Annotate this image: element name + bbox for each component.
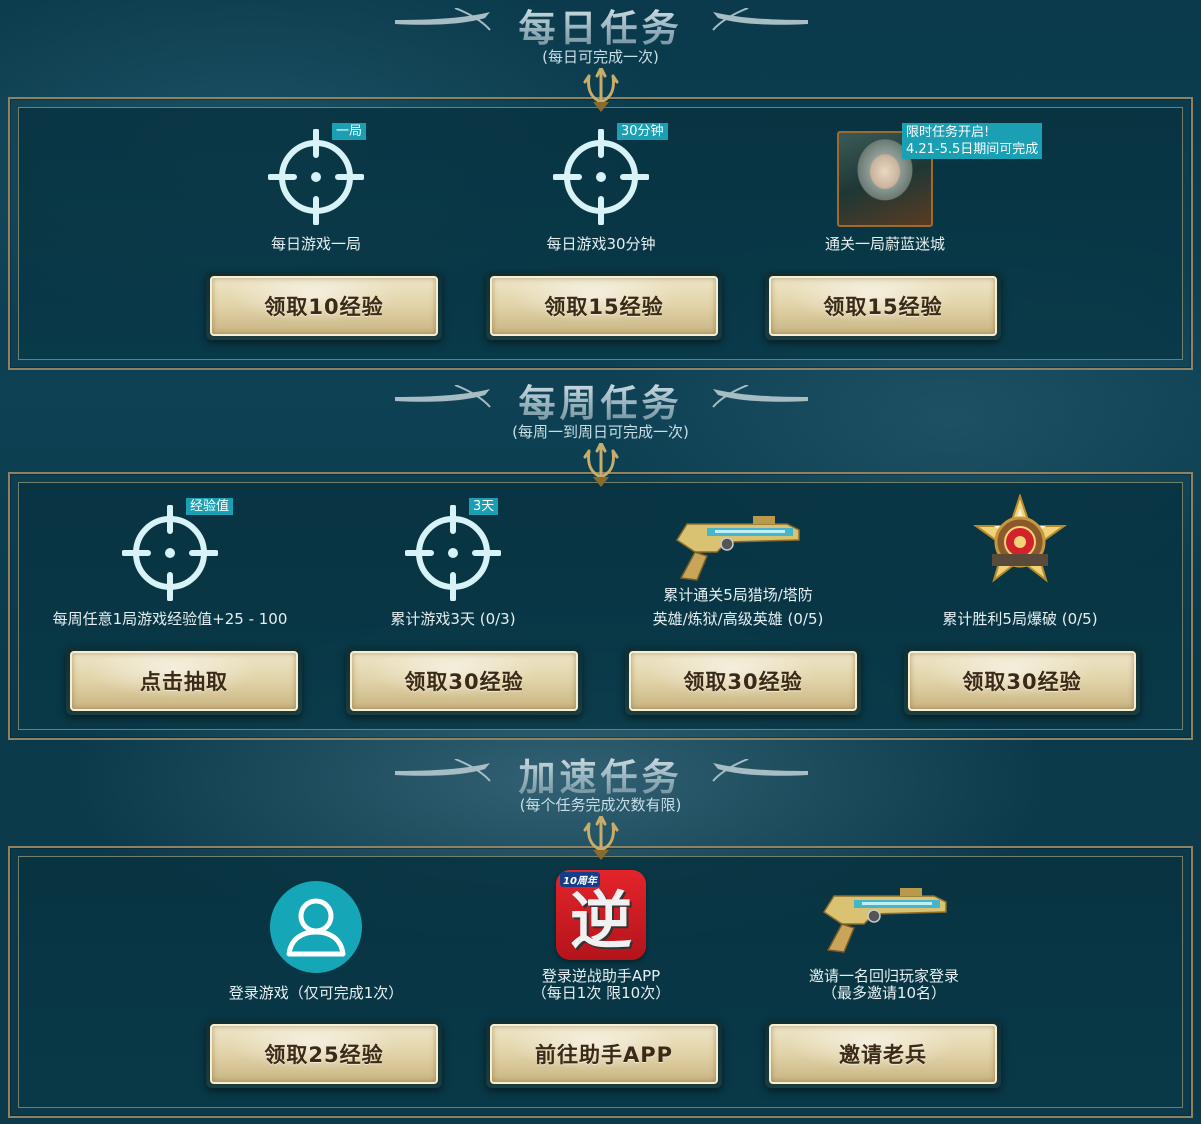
task-label-line2: （每日1次 限10次） bbox=[531, 984, 671, 1002]
speed-section-title: 加速任务 bbox=[0, 747, 1201, 801]
claim-exp-button[interactable]: 领取30经验 bbox=[625, 647, 861, 715]
task-label-line1: 登录逆战助手APP bbox=[541, 967, 661, 985]
button-label: 领取30经验 bbox=[962, 670, 1082, 694]
go-to-app-button[interactable]: 前往助手APP bbox=[486, 1020, 722, 1088]
badge-line: 限时任务开启! bbox=[906, 125, 990, 140]
claim-exp-button[interactable]: 领取25经验 bbox=[206, 1020, 442, 1088]
app-icon: 10周年 逆 bbox=[556, 870, 646, 960]
claim-exp-button[interactable]: 领取30经验 bbox=[346, 647, 582, 715]
medal-icon bbox=[974, 494, 1066, 582]
claim-exp-button[interactable]: 领取30经验 bbox=[904, 647, 1140, 715]
task-label: 累计游戏3天 (0/3) bbox=[390, 610, 516, 628]
trident-ornament bbox=[583, 816, 619, 862]
task-label: 通关一局蔚蓝迷城 bbox=[824, 235, 945, 253]
claim-exp-button[interactable]: 领取15经验 bbox=[486, 272, 722, 340]
claim-exp-button[interactable]: 领取15经验 bbox=[765, 272, 1001, 340]
daily-section-subtitle: (每日可完成一次) bbox=[542, 48, 659, 66]
trident-ornament bbox=[583, 68, 619, 114]
button-label: 点击抽取 bbox=[140, 670, 228, 694]
user-icon bbox=[270, 881, 362, 973]
task-label: 累计胜利5局爆破 (0/5) bbox=[942, 610, 1098, 628]
task-label-line2: （最多邀请10名） bbox=[821, 984, 947, 1002]
invite-veteran-button[interactable]: 邀请老兵 bbox=[765, 1020, 1001, 1088]
task-label: 每日游戏30分钟 bbox=[546, 235, 656, 253]
button-label: 前往助手APP bbox=[534, 1043, 674, 1067]
button-label: 领取30经验 bbox=[404, 670, 524, 694]
trident-ornament bbox=[583, 443, 619, 489]
task-label-line2: 英雄/炼狱/高级英雄 (0/5) bbox=[652, 610, 824, 628]
task-badge: 3天 bbox=[469, 498, 499, 515]
crosshair-icon bbox=[122, 505, 218, 601]
button-label: 领取30经验 bbox=[683, 670, 803, 694]
task-label: 每周任意1局游戏经验值+25 - 100 bbox=[52, 610, 288, 628]
task-badge: 30分钟 bbox=[617, 123, 668, 140]
task-badge: 一局 bbox=[332, 123, 367, 140]
crosshair-icon bbox=[405, 505, 501, 601]
weekly-section-title: 每周任务 bbox=[0, 373, 1201, 427]
task-label: 登录游戏（仅可完成1次） bbox=[228, 984, 404, 1002]
gun-icon bbox=[676, 515, 800, 581]
button-label: 领取15经验 bbox=[823, 295, 943, 319]
weekly-section-subtitle: (每周一到周日可完成一次) bbox=[512, 423, 689, 441]
task-label: 每日游戏一局 bbox=[270, 235, 361, 253]
button-label: 邀请老兵 bbox=[839, 1043, 927, 1067]
daily-section-title: 每日任务 bbox=[0, 0, 1201, 52]
button-label: 领取15经验 bbox=[544, 295, 664, 319]
button-label: 领取10经验 bbox=[264, 295, 384, 319]
badge-line: 4.21-5.5日期间可完成 bbox=[906, 142, 1039, 157]
gun-icon bbox=[823, 887, 947, 953]
task-label-line1: 累计通关5局猎场/塔防 bbox=[663, 586, 813, 604]
task-label-line1: 邀请一名回归玩家登录 bbox=[808, 967, 959, 985]
claim-exp-button[interactable]: 领取10经验 bbox=[206, 272, 442, 340]
limited-time-badge: 限时任务开启! 4.21-5.5日期间可完成 bbox=[902, 123, 1043, 159]
speed-section-subtitle: (每个任务完成次数有限) bbox=[519, 796, 682, 814]
draw-exp-button[interactable]: 点击抽取 bbox=[66, 647, 302, 715]
crosshair-icon bbox=[553, 129, 649, 225]
crosshair-icon bbox=[268, 129, 364, 225]
app-anniversary-tag: 10周年 bbox=[560, 872, 600, 887]
button-label: 领取25经验 bbox=[264, 1043, 384, 1067]
task-badge: 经验值 bbox=[186, 498, 234, 515]
